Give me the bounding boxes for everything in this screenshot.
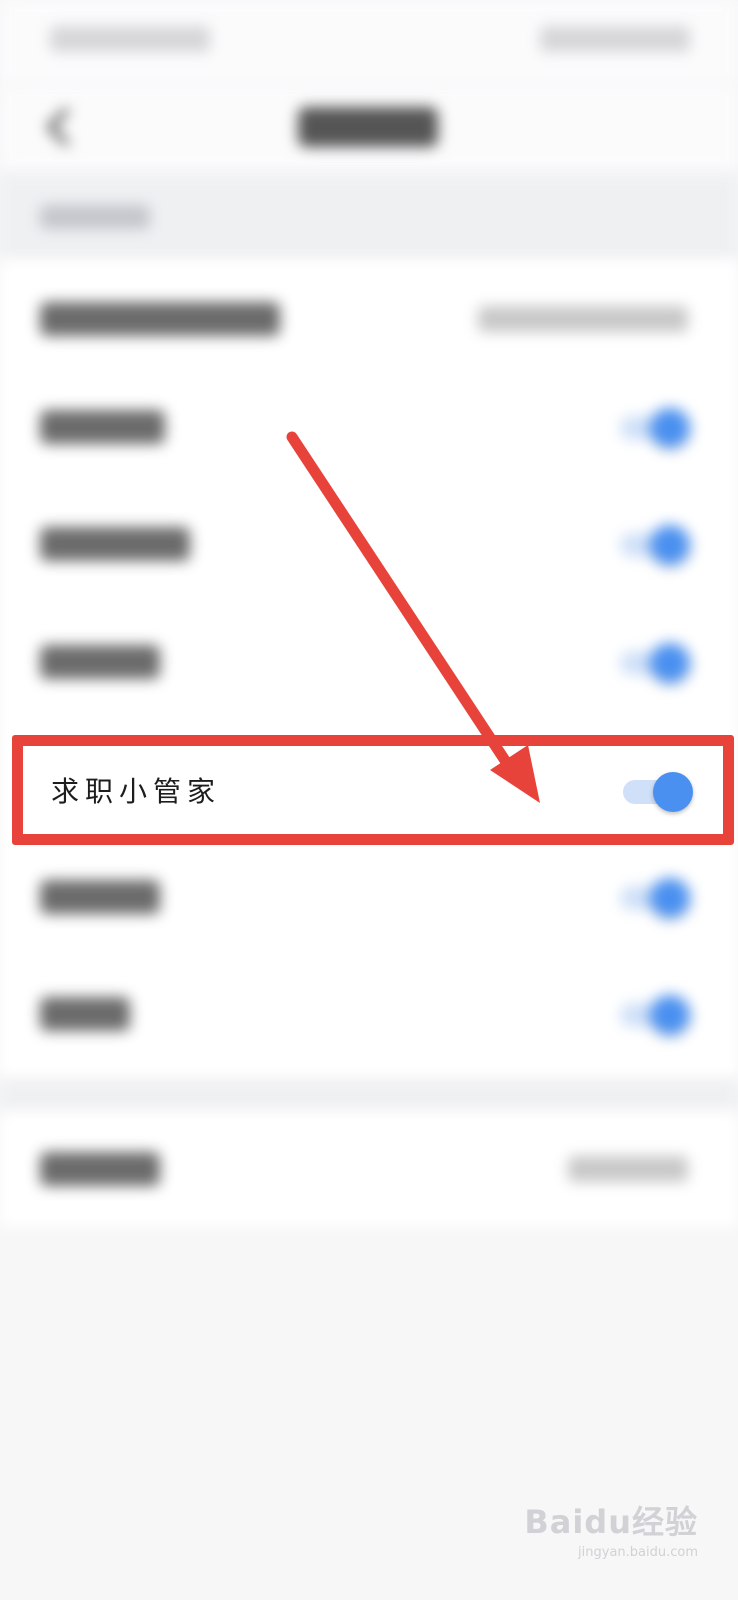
list-item-label xyxy=(40,997,130,1031)
toggle-knob xyxy=(650,878,690,918)
list-item-label xyxy=(40,645,160,679)
section-divider xyxy=(0,1080,738,1112)
status-bar-right xyxy=(540,26,690,52)
toggle-knob xyxy=(650,408,690,448)
watermark-logo: Baidu经验 xyxy=(524,1503,698,1541)
chevron-left-icon[interactable] xyxy=(40,105,80,149)
toggle-switch[interactable] xyxy=(620,525,690,565)
list-item[interactable] xyxy=(0,368,738,486)
list-item-label xyxy=(40,302,280,336)
page-title xyxy=(298,107,438,147)
list-item[interactable] xyxy=(0,485,738,603)
list-item[interactable] xyxy=(0,1112,738,1227)
setting-label: 求职小管家 xyxy=(51,775,222,808)
list-item-label xyxy=(40,1152,160,1186)
toggle-knob xyxy=(650,995,690,1035)
list-item-value xyxy=(478,306,688,332)
list-item-label xyxy=(40,527,190,561)
highlighted-setting-row[interactable]: 求职小管家 xyxy=(12,735,734,845)
toggle-knob xyxy=(650,525,690,565)
toggle-switch[interactable] xyxy=(620,995,690,1035)
status-bar xyxy=(0,0,738,85)
toggle-switch[interactable] xyxy=(620,643,690,683)
list-item[interactable] xyxy=(0,955,738,1073)
list-item[interactable] xyxy=(0,260,738,378)
list-item-value xyxy=(568,1156,688,1182)
settings-list xyxy=(0,260,738,1080)
section-header xyxy=(0,175,738,260)
section-header-label xyxy=(40,205,150,229)
list-item[interactable] xyxy=(0,838,738,956)
toggle-knob xyxy=(653,772,693,812)
list-item-label xyxy=(40,410,165,444)
watermark: Baidu经验 jingyan.baidu.com xyxy=(524,1497,698,1560)
job-assistant-toggle[interactable] xyxy=(623,772,693,812)
toggle-switch[interactable] xyxy=(620,408,690,448)
list-item[interactable] xyxy=(0,603,738,721)
toggle-switch[interactable] xyxy=(620,878,690,918)
status-bar-left xyxy=(50,26,210,52)
toggle-knob xyxy=(650,643,690,683)
nav-bar xyxy=(0,85,738,170)
watermark-url: jingyan.baidu.com xyxy=(578,1545,698,1560)
list-item-label xyxy=(40,880,160,914)
